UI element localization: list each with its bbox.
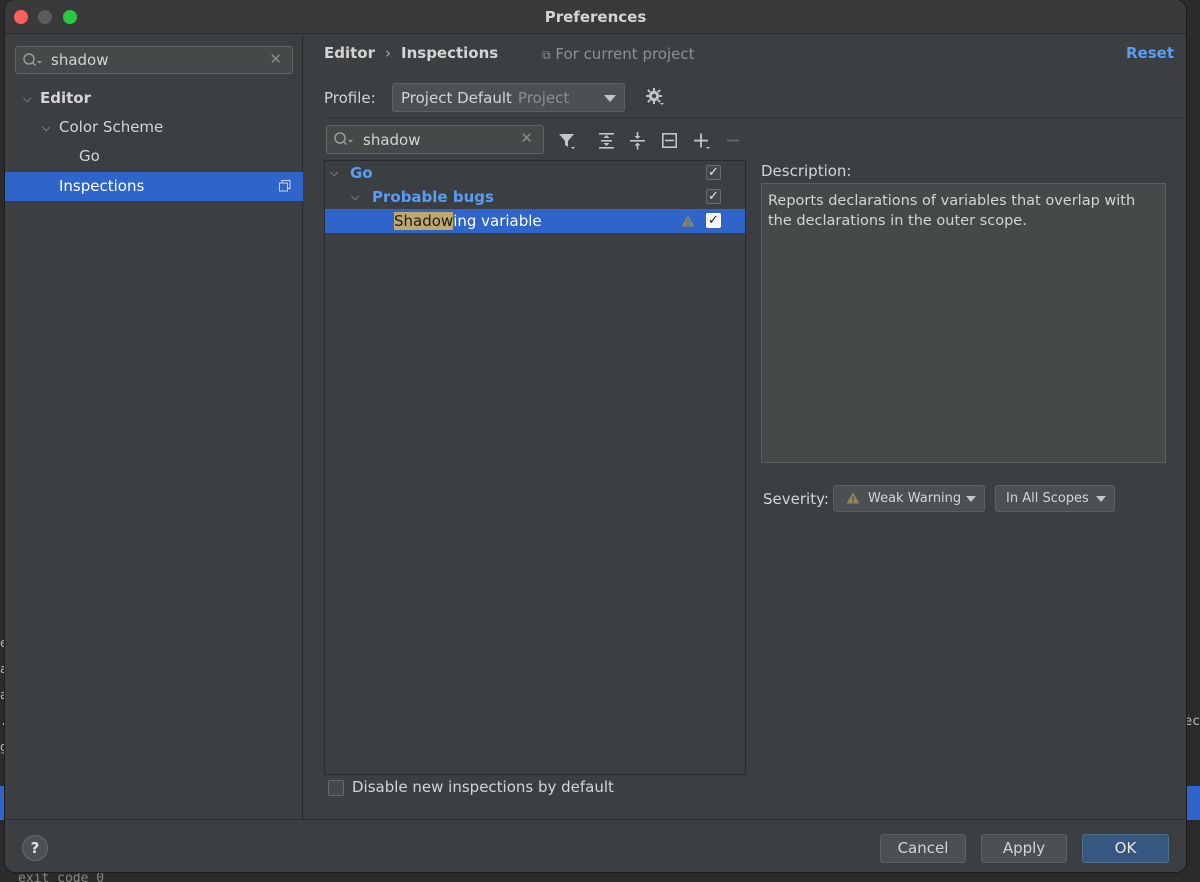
- settings-sidebar: shadow ✕ ⌵ Editor ⌵ Color Scheme Go Insp…: [5, 35, 303, 819]
- background-selection-right: [1186, 786, 1200, 820]
- chevron-down-icon[interactable]: ⌵: [42, 113, 50, 142]
- sidebar-item-label: Go: [79, 147, 100, 165]
- severity-value: Weak Warning: [868, 491, 962, 506]
- chevron-down-icon[interactable]: ⌵: [330, 161, 338, 185]
- background-console-text: exit code 0: [18, 871, 105, 882]
- dropdown-arrow-icon: [604, 95, 616, 102]
- title-bar: Preferences: [5, 0, 1186, 34]
- tree-row-label: Probable bugs: [372, 188, 494, 206]
- apply-button[interactable]: Apply: [981, 834, 1067, 863]
- search-highlight: Shadow: [394, 212, 454, 230]
- profile-dropdown[interactable]: Project Default Project: [392, 83, 625, 112]
- settings-search-value: shadow: [51, 51, 109, 69]
- gear-icon[interactable]: [645, 87, 665, 107]
- clear-search-icon[interactable]: ✕: [269, 50, 282, 68]
- zoom-window-button[interactable]: [63, 10, 77, 24]
- inspection-filter-input[interactable]: shadow ✕: [326, 125, 544, 154]
- description-text: Reports declarations of variables that o…: [761, 183, 1166, 463]
- scope-dropdown[interactable]: In All Scopes: [995, 485, 1115, 512]
- sidebar-item-go[interactable]: Go: [5, 142, 303, 171]
- close-window-button[interactable]: [14, 10, 28, 24]
- chevron-down-icon[interactable]: ⌵: [23, 84, 31, 113]
- scope-note-text: For current project: [555, 45, 695, 63]
- search-icon: [23, 53, 42, 67]
- reset-to-default-icon[interactable]: [660, 131, 680, 151]
- inspection-filter-value: shadow: [363, 131, 421, 149]
- tree-row-probable-bugs[interactable]: ⌵ Probable bugs: [325, 185, 745, 209]
- copy-icon: ⧉: [542, 48, 551, 62]
- tree-row-label: ing variable: [453, 212, 542, 230]
- divider: [324, 117, 1184, 118]
- enabled-checkbox[interactable]: [706, 209, 721, 233]
- tree-row-shadowing-variable[interactable]: Shadowing variable: [325, 209, 745, 233]
- inspections-panel: Editor › Inspections ⧉ For current project…: [304, 35, 1186, 819]
- severity-dropdown[interactable]: Weak Warning: [833, 485, 985, 512]
- sidebar-item-label: Inspections: [59, 177, 145, 195]
- chevron-down-icon[interactable]: ⌵: [351, 185, 359, 209]
- profile-subvalue: Project: [517, 89, 570, 107]
- remove-icon[interactable]: [724, 131, 744, 151]
- sidebar-item-label: Editor: [40, 89, 91, 107]
- filter-icon[interactable]: [557, 131, 577, 151]
- weak-warning-icon: [681, 215, 695, 227]
- dropdown-arrow-icon: [1096, 496, 1106, 502]
- disable-new-inspections-label[interactable]: Disable new inspections by default: [352, 778, 614, 796]
- sidebar-item-color-scheme[interactable]: ⌵ Color Scheme: [5, 113, 303, 142]
- enabled-checkbox[interactable]: [706, 185, 721, 209]
- weak-warning-icon: [846, 492, 860, 504]
- profile-value: Project Default: [401, 89, 512, 107]
- sidebar-item-label: Color Scheme: [59, 118, 164, 136]
- breadcrumb: Editor › Inspections: [324, 44, 498, 62]
- preferences-dialog: Preferences shadow ✕ ⌵ Editor ⌵ Color Sc…: [5, 0, 1186, 872]
- description-label: Description:: [761, 162, 852, 180]
- cancel-button[interactable]: Cancel: [880, 834, 966, 863]
- breadcrumb-separator-icon: ›: [385, 44, 391, 62]
- expand-all-icon[interactable]: [597, 131, 617, 151]
- sidebar-item-editor[interactable]: ⌵ Editor: [5, 84, 303, 113]
- search-icon: [334, 132, 353, 146]
- scope-note: ⧉ For current project: [542, 45, 695, 63]
- enabled-checkbox[interactable]: [706, 161, 721, 185]
- ok-button[interactable]: OK: [1082, 834, 1169, 863]
- clear-filter-icon[interactable]: ✕: [520, 129, 533, 147]
- reset-link[interactable]: Reset: [1126, 44, 1174, 62]
- settings-search-input[interactable]: shadow ✕: [15, 46, 293, 74]
- collapse-all-icon[interactable]: [628, 131, 648, 151]
- background-text-right: ec: [1184, 714, 1200, 729]
- tree-row-label: Go: [350, 164, 373, 182]
- dialog-footer: ? Cancel Apply OK: [5, 819, 1186, 872]
- disable-new-inspections-checkbox[interactable]: [328, 780, 344, 796]
- sidebar-item-inspections[interactable]: Inspections: [5, 172, 303, 201]
- scope-value: In All Scopes: [1006, 491, 1089, 506]
- minimize-window-button[interactable]: [38, 10, 52, 24]
- help-button[interactable]: ?: [22, 835, 48, 861]
- dropdown-arrow-icon: [966, 496, 976, 502]
- add-icon[interactable]: [692, 131, 712, 151]
- breadcrumb-inspections: Inspections: [401, 44, 499, 62]
- breadcrumb-editor[interactable]: Editor: [324, 44, 375, 62]
- profile-label: Profile:: [324, 89, 376, 107]
- project-scope-icon: [279, 180, 291, 192]
- tree-row-go[interactable]: ⌵ Go: [325, 161, 745, 185]
- severity-label: Severity:: [763, 490, 829, 508]
- window-title: Preferences: [544, 8, 647, 26]
- inspections-tree: ⌵ Go ⌵ Probable bugs Shadowing variable: [324, 160, 746, 775]
